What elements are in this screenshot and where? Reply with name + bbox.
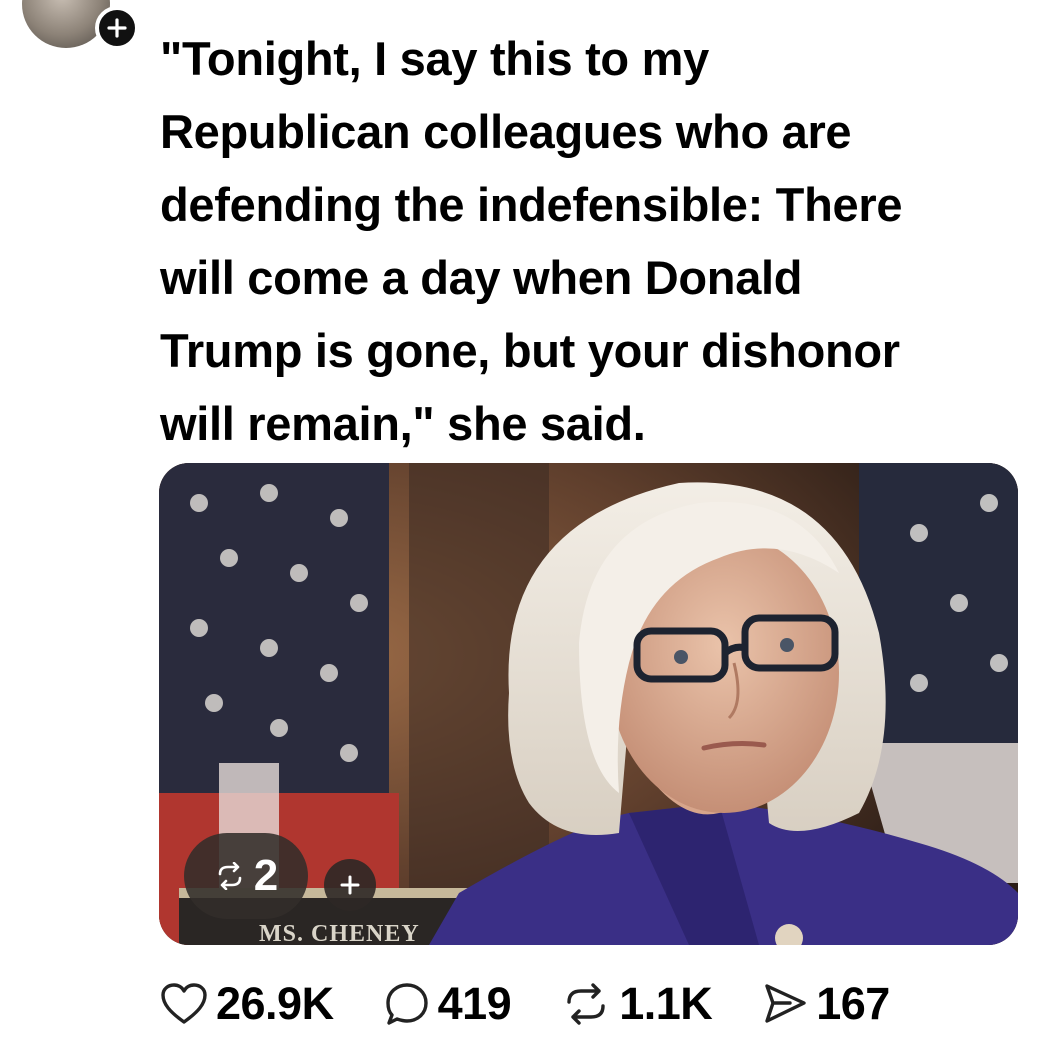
nameplate-text: MS. CHENEY (259, 921, 420, 945)
action-bar: 26.9K 419 1.1K 167 (160, 972, 940, 1036)
share-button[interactable]: 167 (762, 978, 890, 1030)
reply-count: 419 (437, 978, 512, 1029)
repost-button[interactable]: 1.1K (561, 978, 713, 1030)
like-count: 26.9K (216, 978, 334, 1029)
repost-count: 1.1K (619, 978, 713, 1029)
plus-icon (340, 875, 360, 895)
share-count: 167 (816, 978, 890, 1029)
comment-icon (385, 983, 428, 1025)
post-image[interactable]: MS. CHENEY 2 (159, 463, 1018, 945)
reply-button[interactable]: 419 (384, 978, 512, 1030)
share-icon (765, 984, 806, 1023)
post-text: "Tonight, I say this to my Republican co… (160, 32, 903, 450)
plus-icon (107, 18, 127, 38)
repost-icon (567, 983, 605, 1025)
heart-icon (161, 983, 207, 1024)
media-add-button[interactable] (324, 859, 376, 911)
media-repost-count: 2 (253, 851, 279, 900)
repost-icon (218, 862, 242, 890)
like-button[interactable]: 26.9K (160, 978, 334, 1030)
media-repost-badge[interactable]: 2 (184, 833, 308, 919)
follow-button[interactable] (95, 6, 139, 50)
